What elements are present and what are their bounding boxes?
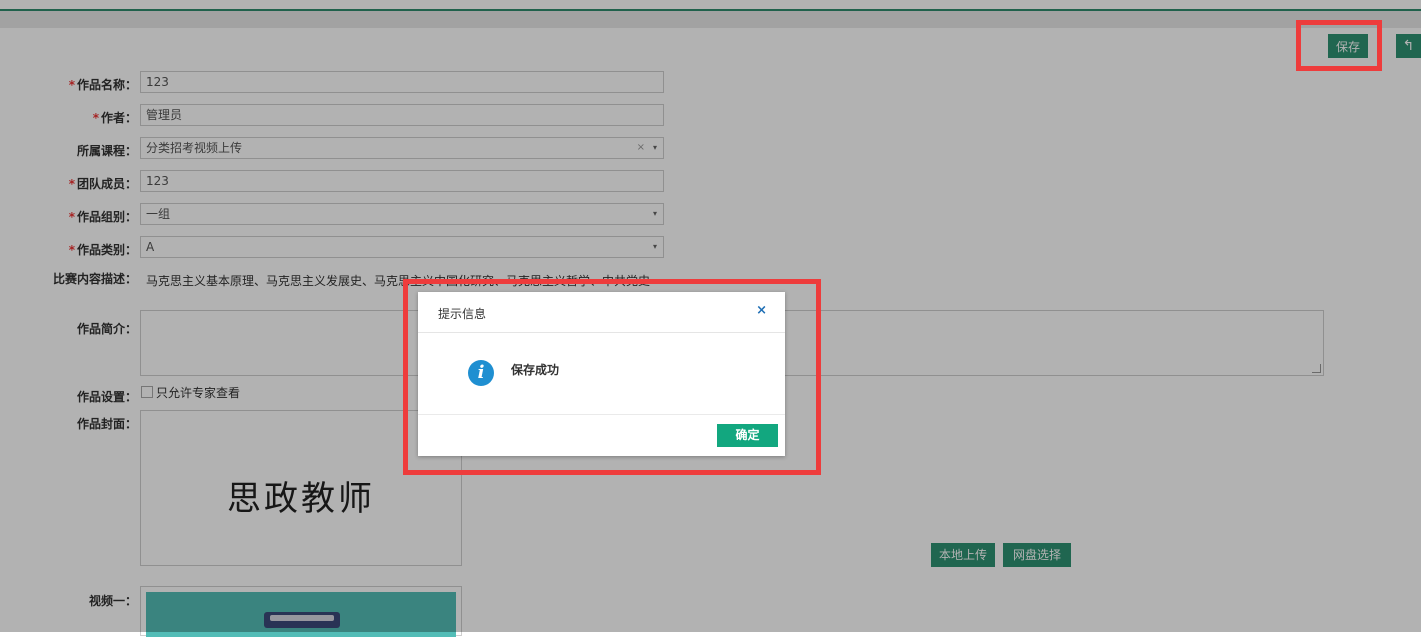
page: 保存 ↰ * 作品名称： 123 * 作者： 管理员 所属课程： 分类招考视频上传 …: [0, 0, 1421, 637]
highlight-save-box: [1296, 20, 1382, 71]
highlight-dialog-box: [403, 279, 821, 475]
